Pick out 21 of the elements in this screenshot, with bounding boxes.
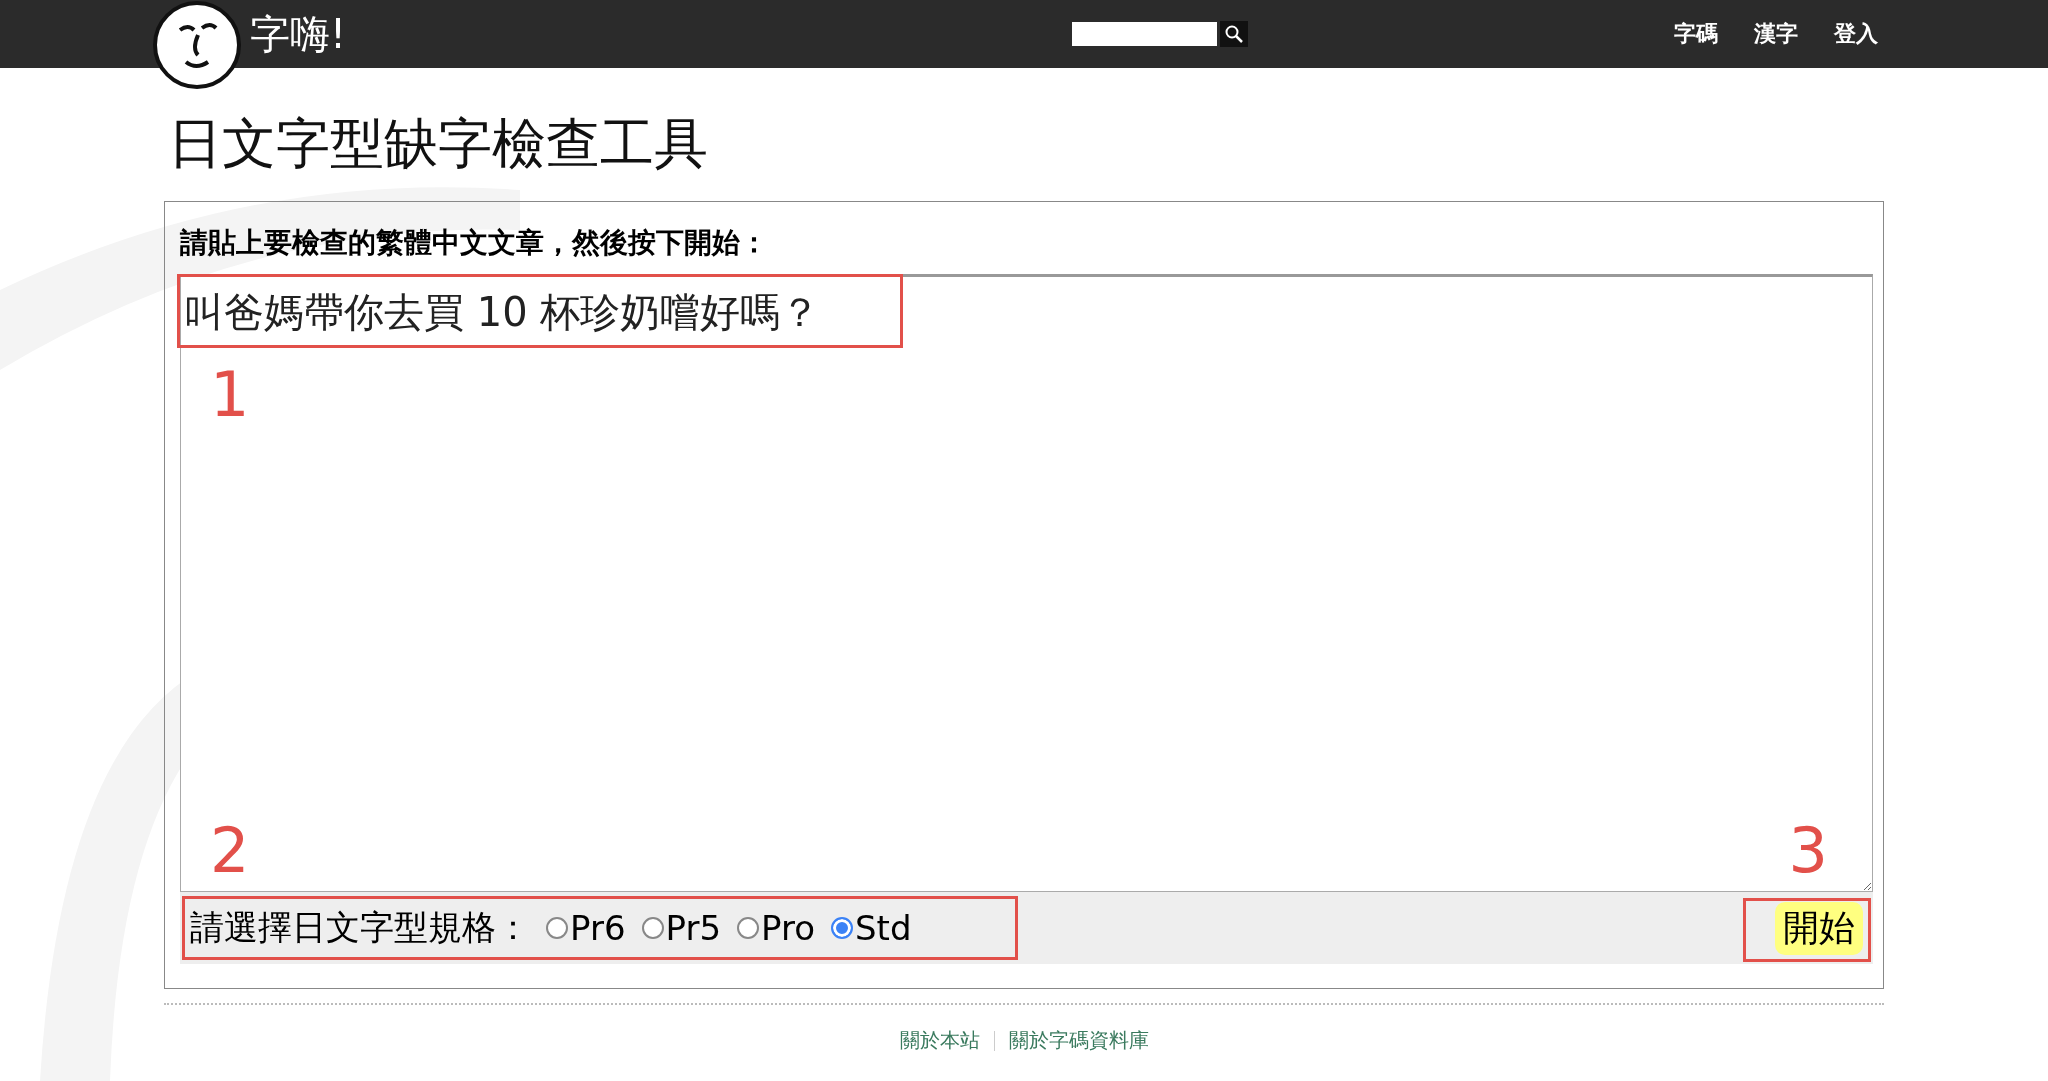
search-icon — [1224, 24, 1244, 44]
brand-name[interactable]: 字嗨! — [250, 6, 347, 62]
footer-link[interactable]: 關於本站 — [899, 1027, 980, 1054]
start-button[interactable]: 開始 — [1775, 901, 1863, 955]
annotation-number: 3 — [1788, 820, 1828, 882]
font-spec-option[interactable]: Pro — [737, 908, 815, 948]
font-spec-option[interactable]: Std — [831, 908, 912, 948]
font-spec-option[interactable]: Pr5 — [641, 908, 722, 948]
page-title: 日文字型缺字檢查工具 — [168, 111, 709, 177]
nav-link[interactable]: 字碼 — [1674, 19, 1718, 49]
annotation-number: 2 — [210, 820, 250, 882]
face-logo-icon[interactable] — [152, 0, 242, 90]
footer-link[interactable]: 關於字碼資料庫 — [1008, 1027, 1149, 1054]
search-field[interactable] — [1072, 22, 1217, 46]
spec-label: 請選擇日文字型規格： — [190, 906, 530, 949]
annotation-number: 1 — [210, 364, 250, 426]
nav-link[interactable]: 登入 — [1834, 19, 1878, 49]
prompt-text: 請貼上要檢查的繁體中文文章，然後按下開始： — [180, 225, 769, 261]
nav-link[interactable]: 漢字 — [1754, 19, 1798, 49]
search-button[interactable] — [1220, 21, 1248, 47]
font-spec-option[interactable]: Pr6 — [546, 908, 626, 948]
